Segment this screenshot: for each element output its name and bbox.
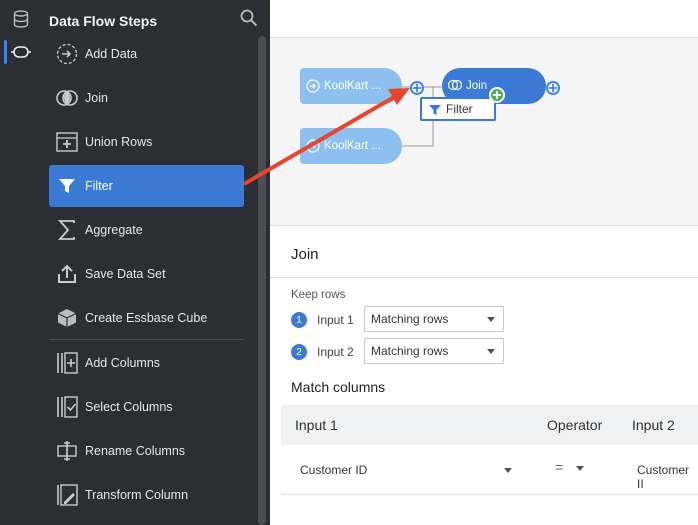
upload-icon [49, 253, 85, 295]
select-columns-icon [49, 386, 85, 428]
step-union-rows[interactable]: Union Rows [49, 121, 244, 163]
chevron-down-icon[interactable] [576, 466, 584, 471]
keep-rows-input-1: 1 Input 1 [291, 307, 363, 333]
data-flow-steps-panel: Data Flow Steps Add Data Join Union Rows… [40, 0, 270, 525]
filter-icon [429, 104, 441, 119]
column-header: Operator [547, 417, 603, 433]
chip-label: Filter [446, 102, 473, 116]
table-row: Customer ID = Customer II [281, 445, 698, 495]
step-add-columns[interactable]: Add Columns [49, 342, 244, 384]
step-transform-column[interactable]: Transform Column [49, 474, 244, 516]
step-label: Add Data [85, 47, 138, 61]
chevron-down-icon [487, 317, 495, 322]
rename-columns-icon [49, 430, 85, 472]
match-columns-title: Match columns [291, 379, 386, 395]
input-number-badge: 1 [291, 312, 307, 328]
step-label: Add Columns [85, 356, 161, 370]
join-icon [49, 77, 85, 119]
step-label: Rename Columns [85, 444, 186, 458]
step-label: Filter [85, 179, 113, 193]
source-node-2[interactable]: KoolKart ... [300, 128, 402, 164]
column-header: Input 2 [632, 417, 675, 433]
scrollbar[interactable] [258, 36, 266, 525]
input-label: Input 2 [317, 345, 354, 359]
join-icon [447, 79, 463, 93]
input-2-keep-rows-select[interactable]: Matching rows [364, 338, 504, 364]
step-label: Aggregate [85, 223, 143, 237]
filter-icon [49, 165, 85, 207]
input-2-column-select[interactable]: Customer II [637, 463, 698, 491]
search-icon[interactable] [240, 9, 258, 27]
step-label: Select Columns [85, 400, 173, 414]
add-data-icon [306, 139, 320, 153]
active-indicator [4, 40, 7, 64]
step-label: Join [85, 91, 108, 105]
node-label: KoolKart ... [324, 80, 381, 92]
add-step-plus-icon[interactable] [410, 81, 424, 95]
chevron-down-icon [487, 349, 495, 354]
step-select-columns[interactable]: Select Columns [49, 386, 244, 428]
data-flow-icon[interactable] [11, 42, 31, 62]
panel-title: Data Flow Steps [49, 13, 158, 29]
step-label: Union Rows [85, 135, 153, 149]
database-icon[interactable] [11, 9, 31, 29]
input-label: Input 1 [317, 313, 354, 327]
step-label: Transform Column [85, 488, 189, 502]
transform-column-icon [49, 474, 85, 516]
divider [49, 339, 244, 340]
input-1-column-select[interactable]: Customer ID [300, 463, 367, 477]
source-node-1[interactable]: KoolKart ... [300, 68, 402, 104]
select-value: Matching rows [371, 312, 449, 326]
step-aggregate[interactable]: Aggregate [49, 209, 244, 251]
dragged-filter-chip[interactable]: Filter [420, 97, 496, 121]
step-add-data[interactable]: Add Data [49, 33, 244, 75]
join-title: Join [291, 246, 319, 263]
add-data-icon [49, 33, 85, 75]
step-join[interactable]: Join [49, 77, 244, 119]
node-label: KoolKart ... [324, 140, 381, 152]
step-create-essbase-cube[interactable]: Create Essbase Cube [49, 297, 244, 339]
icon-rail [0, 0, 40, 525]
cube-icon [49, 297, 85, 339]
union-rows-icon [49, 121, 85, 163]
chevron-down-icon[interactable] [504, 468, 512, 473]
add-green-plus-icon [489, 87, 505, 103]
column-header: Input 1 [295, 417, 338, 433]
step-filter[interactable]: Filter [49, 165, 244, 207]
select-value: Matching rows [371, 344, 449, 358]
step-rename-columns[interactable]: Rename Columns [49, 430, 244, 472]
node-label: Join [466, 80, 488, 92]
step-save-data-set[interactable]: Save Data Set [49, 253, 244, 295]
step-label: Create Essbase Cube [85, 311, 208, 325]
canvas-toolbar [270, 0, 698, 38]
add-columns-icon [49, 342, 85, 384]
keep-rows-input-2: 2 Input 2 [291, 339, 363, 365]
operator-select[interactable]: = [555, 459, 563, 475]
match-columns-table-header: Input 1 Operator Input 2 [281, 405, 698, 445]
join-section-header: Join [270, 232, 698, 278]
input-number-badge: 2 [291, 344, 307, 360]
add-step-plus-icon[interactable] [546, 81, 560, 95]
sigma-icon [49, 209, 85, 251]
step-label: Save Data Set [85, 267, 166, 281]
input-1-keep-rows-select[interactable]: Matching rows [364, 306, 504, 332]
keep-rows-label: Keep rows [291, 289, 346, 301]
data-flow-canvas[interactable]: KoolKart ... KoolKart ... Join Filter [270, 38, 698, 226]
add-data-icon [306, 79, 320, 93]
